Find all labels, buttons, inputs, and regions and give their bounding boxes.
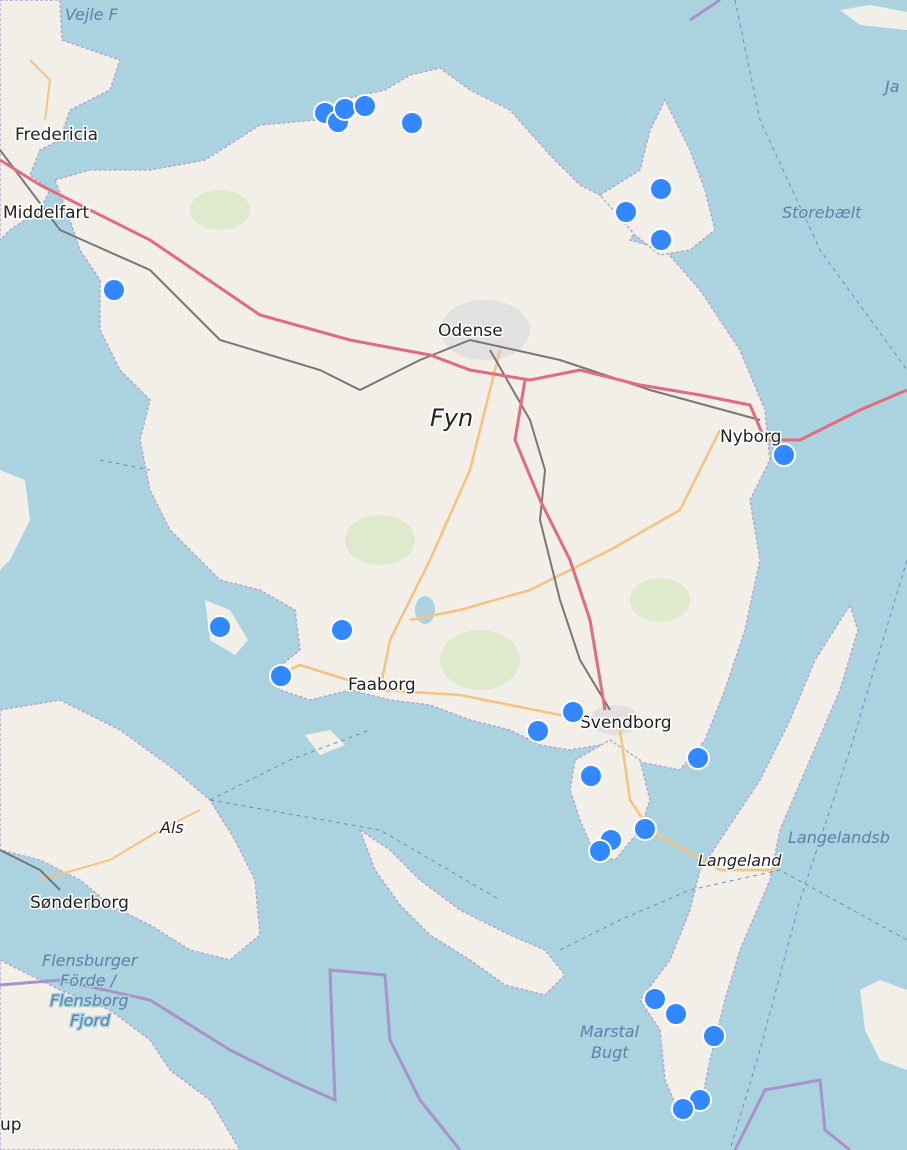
city-label-faaborg[interactable]: Faaborg xyxy=(347,674,418,697)
water-label-flensburger-2: Förde / xyxy=(60,971,118,990)
map-marker[interactable] xyxy=(330,618,354,642)
water-label-flensburger-4: Fjord xyxy=(70,1011,111,1030)
lake xyxy=(415,596,435,624)
map-marker[interactable] xyxy=(702,1024,726,1048)
city-label-middelfart[interactable]: Middelfart xyxy=(2,202,92,225)
map-marker[interactable] xyxy=(561,700,585,724)
map-marker[interactable] xyxy=(649,228,673,252)
water-label-storebaelt: Storebælt xyxy=(782,203,862,222)
city-label-sonderborg[interactable]: Sønderborg xyxy=(29,892,131,915)
city-label-up[interactable]: up xyxy=(0,1114,23,1137)
map-marker[interactable] xyxy=(772,443,796,467)
water-label-langelandsb: Langelandsb xyxy=(788,828,890,847)
map-marker[interactable] xyxy=(671,1097,695,1121)
forest-patch xyxy=(630,578,690,622)
map-marker[interactable] xyxy=(643,987,667,1011)
region-label-fyn[interactable]: Fyn xyxy=(429,403,475,434)
city-label-nyborg[interactable]: Nyborg xyxy=(719,426,783,449)
map-marker[interactable] xyxy=(579,764,603,788)
map-marker[interactable] xyxy=(208,615,232,639)
map-marker[interactable] xyxy=(633,817,657,841)
city-label-odense[interactable]: Odense xyxy=(437,320,505,343)
water-label-flensburger-1: Flensburger xyxy=(42,951,139,970)
water-label-marstal-2: Bugt xyxy=(591,1043,629,1062)
city-label-svendborg[interactable]: Svendborg xyxy=(579,712,674,735)
map-marker[interactable] xyxy=(649,177,673,201)
city-label-fredericia[interactable]: Fredericia xyxy=(14,124,100,147)
forest-patch xyxy=(440,630,520,690)
map-marker[interactable] xyxy=(614,200,638,224)
map-marker[interactable] xyxy=(333,97,357,121)
water-label-ja: Ja xyxy=(882,77,900,96)
map-marker[interactable] xyxy=(664,1002,688,1026)
map-canvas[interactable]: Vejle F Ja Storebælt Langelandsb Flensbu… xyxy=(0,0,907,1150)
region-label-langeland[interactable]: Langeland xyxy=(697,850,784,872)
forest-patch xyxy=(345,515,415,565)
map-marker[interactable] xyxy=(269,664,293,688)
water-label-marstal-1: Marstal xyxy=(580,1022,640,1041)
map-marker[interactable] xyxy=(686,746,710,770)
map-view[interactable]: Vejle F Ja Storebælt Langelandsb Flensbu… xyxy=(0,0,907,1150)
region-label-als[interactable]: Als xyxy=(158,817,186,839)
map-marker[interactable] xyxy=(353,94,377,118)
forest-patch xyxy=(190,190,250,230)
water-label-vejle: Vejle F xyxy=(65,5,119,24)
map-marker[interactable] xyxy=(400,111,424,135)
map-marker[interactable] xyxy=(102,278,126,302)
map-marker[interactable] xyxy=(526,719,550,743)
map-marker[interactable] xyxy=(588,839,612,863)
water-label-flensburger-3: Flensborg xyxy=(50,991,129,1010)
